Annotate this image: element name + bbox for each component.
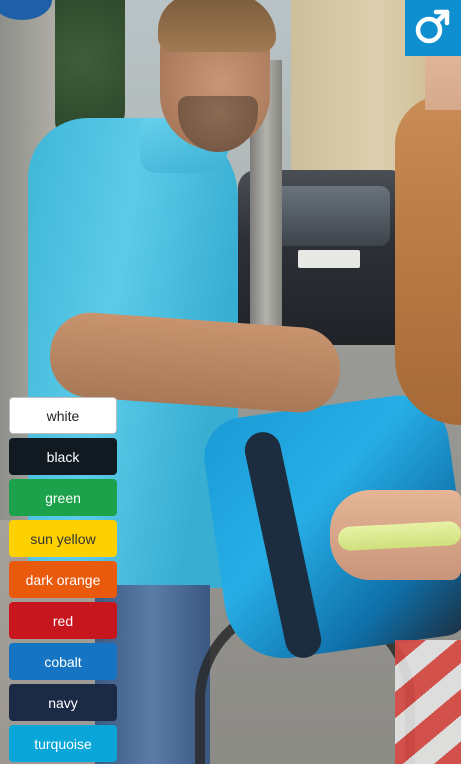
color-swatch[interactable]: red — [9, 602, 117, 639]
color-label: green — [45, 489, 81, 506]
woman-hair — [395, 95, 461, 425]
color-label: dark orange — [25, 571, 101, 588]
color-swatch-list: white black green sun yellow dark orange… — [9, 397, 117, 764]
color-label: navy — [48, 694, 78, 711]
color-swatch[interactable]: navy — [9, 684, 117, 721]
color-swatch[interactable]: turquoise — [9, 725, 117, 762]
man-hair — [158, 0, 276, 52]
color-swatch[interactable]: white — [9, 397, 117, 434]
color-label: white — [46, 407, 80, 424]
male-symbol-icon — [413, 6, 453, 51]
color-label: sun yellow — [30, 530, 96, 547]
license-plate — [298, 250, 360, 268]
product-photo: white black green sun yellow dark orange… — [0, 0, 461, 764]
color-label: turquoise — [34, 735, 92, 752]
color-swatch[interactable]: cobalt — [9, 643, 117, 680]
color-swatch[interactable]: black — [9, 438, 117, 475]
color-swatch[interactable]: green — [9, 479, 117, 516]
color-label: red — [52, 612, 74, 629]
color-label: cobalt — [44, 653, 82, 670]
color-swatch[interactable]: dark orange — [9, 561, 117, 598]
barrier-post — [395, 640, 461, 764]
color-label: black — [46, 448, 80, 465]
color-swatch[interactable]: sun yellow — [9, 520, 117, 557]
male-badge — [405, 0, 461, 56]
